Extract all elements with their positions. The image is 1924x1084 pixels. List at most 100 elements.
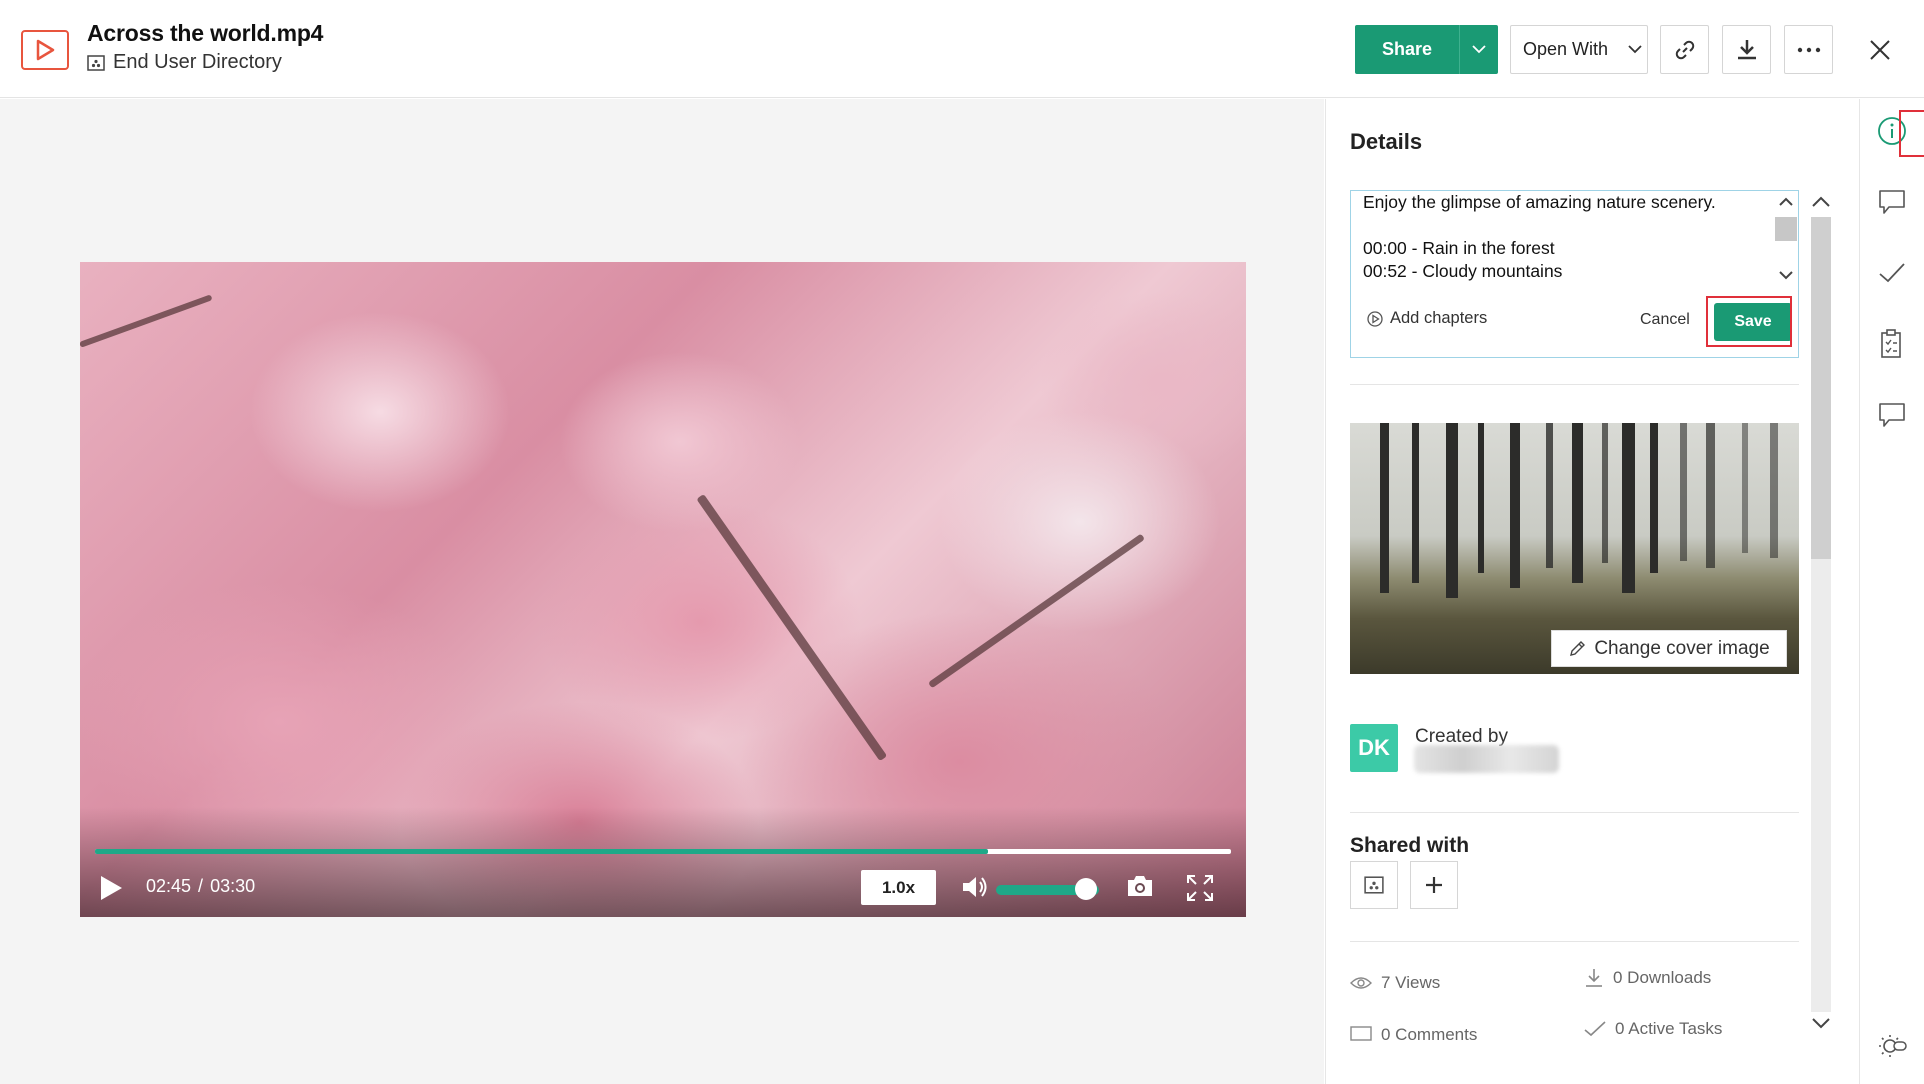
description-scrollbar[interactable] <box>1770 191 1798 287</box>
info-icon <box>1878 117 1906 145</box>
rail-theme-toggle[interactable] <box>1875 1029 1909 1063</box>
mute-button[interactable] <box>961 874 989 905</box>
shared-folder-button[interactable] <box>1350 861 1398 909</box>
divider <box>1350 384 1799 385</box>
divider <box>1350 812 1799 813</box>
open-with-label: Open With <box>1523 39 1609 59</box>
rail-info-button[interactable] <box>1875 114 1909 148</box>
active-tasks-count: 0 Active Tasks <box>1615 1019 1723 1038</box>
close-icon <box>1870 40 1890 60</box>
views-stat: 7 Views <box>1350 973 1440 993</box>
cancel-button[interactable]: Cancel <box>1640 311 1690 329</box>
current-time: 02:45 <box>146 876 192 896</box>
folder-icon <box>1364 876 1384 894</box>
share-button[interactable]: Share <box>1355 25 1459 74</box>
time-display: 02:45 / 03:30 <box>146 876 255 897</box>
cover-image-detail <box>1602 423 1608 563</box>
save-button[interactable]: Save <box>1714 303 1792 341</box>
close-button[interactable] <box>1860 30 1900 70</box>
location-label: End User Directory <box>113 51 282 73</box>
cover-image-detail <box>1650 423 1658 573</box>
pencil-icon <box>1570 640 1586 656</box>
task-list-icon <box>1881 329 1901 358</box>
chevron-down-icon <box>1779 271 1793 280</box>
folder-icon <box>87 54 105 71</box>
add-chapters-label: Add chapters <box>1390 309 1488 327</box>
plus-icon <box>1426 877 1442 893</box>
details-scroll-thumb[interactable] <box>1811 217 1831 559</box>
cover-image-detail <box>1510 423 1520 588</box>
rail-comments-button[interactable] <box>1875 185 1909 219</box>
eye-icon <box>1350 977 1372 989</box>
viewer-area: 02:45 / 03:30 1.0x <box>0 99 1324 1084</box>
cover-image-detail <box>1380 423 1389 593</box>
time-separator: / <box>198 876 204 896</box>
cover-image-detail <box>1412 423 1419 583</box>
video-frame-detail <box>927 533 1145 689</box>
playback-speed-button[interactable]: 1.0x <box>861 870 936 905</box>
active-tasks-stat: 0 Active Tasks <box>1584 1019 1722 1039</box>
change-cover-label: Change cover image <box>1594 637 1770 659</box>
download-button[interactable] <box>1722 25 1771 74</box>
side-rail <box>1859 99 1924 1084</box>
downloads-stat: 0 Downloads <box>1584 967 1711 989</box>
link-icon <box>1675 40 1694 59</box>
cover-image: Change cover image <box>1350 423 1799 674</box>
download-icon <box>1737 39 1756 59</box>
download-icon <box>1586 969 1602 987</box>
comment-icon <box>1879 190 1905 214</box>
check-icon <box>1584 1021 1606 1037</box>
cover-image-detail <box>1572 423 1583 583</box>
controls-backdrop <box>80 807 1246 917</box>
description-scroll-thumb[interactable] <box>1775 217 1797 241</box>
copy-link-button[interactable] <box>1660 25 1709 74</box>
chevron-down-icon <box>1472 45 1486 54</box>
cover-image-detail <box>1706 423 1715 568</box>
cover-image-detail <box>1446 423 1458 598</box>
play-button[interactable] <box>95 872 127 904</box>
cover-image-detail <box>1680 423 1687 561</box>
details-scrollbar[interactable] <box>1808 190 1834 1039</box>
rail-chat-button[interactable] <box>1875 398 1909 432</box>
comments-stat: 0 Comments <box>1350 1025 1477 1045</box>
cover-image-detail <box>1742 423 1748 553</box>
chat-icon <box>1879 403 1905 427</box>
file-title: Across the world.mp4 <box>87 20 324 46</box>
video-file-icon <box>21 30 69 70</box>
volume-icon <box>963 877 987 897</box>
rail-checklist-button[interactable] <box>1875 327 1909 361</box>
comment-icon <box>1350 1026 1372 1041</box>
seek-bar[interactable] <box>95 849 1231 854</box>
more-options-button[interactable] <box>1784 25 1833 74</box>
add-chapters-button[interactable]: Add chapters <box>1367 309 1487 328</box>
divider <box>1350 941 1799 942</box>
cover-image-detail <box>1770 423 1778 558</box>
description-text[interactable]: Enjoy the glimpse of amazing nature scen… <box>1363 191 1768 283</box>
chevron-up-icon <box>1812 196 1830 207</box>
header-bar: Across the world.mp4 End User Directory … <box>0 0 1924 98</box>
cover-image-detail <box>1478 423 1484 573</box>
creator-avatar: DK <box>1350 724 1398 772</box>
snapshot-button[interactable] <box>1126 874 1154 903</box>
add-share-button[interactable] <box>1410 861 1458 909</box>
fullscreen-button[interactable] <box>1186 874 1214 907</box>
cover-image-detail <box>1622 423 1635 593</box>
chapter-play-icon <box>1367 310 1383 327</box>
open-with-button[interactable]: Open With <box>1510 25 1648 74</box>
share-dropdown-button[interactable] <box>1459 25 1498 74</box>
file-location[interactable]: End User Directory <box>87 51 282 74</box>
cover-image-detail <box>1546 423 1553 568</box>
chevron-down-icon <box>1628 45 1642 54</box>
description-editor[interactable]: Enjoy the glimpse of amazing nature scen… <box>1350 190 1799 358</box>
theme-toggle-icon <box>1879 1035 1907 1057</box>
video-player[interactable]: 02:45 / 03:30 1.0x <box>80 262 1246 917</box>
camera-icon <box>1128 876 1152 896</box>
volume-slider-handle[interactable] <box>1074 878 1097 900</box>
change-cover-button[interactable]: Change cover image <box>1551 630 1787 667</box>
chevron-up-icon <box>1779 197 1793 206</box>
rail-tasks-button[interactable] <box>1875 256 1909 290</box>
fullscreen-icon <box>1187 875 1213 901</box>
details-title: Details <box>1350 129 1423 154</box>
duration: 03:30 <box>210 876 256 896</box>
more-icon <box>1797 47 1820 52</box>
